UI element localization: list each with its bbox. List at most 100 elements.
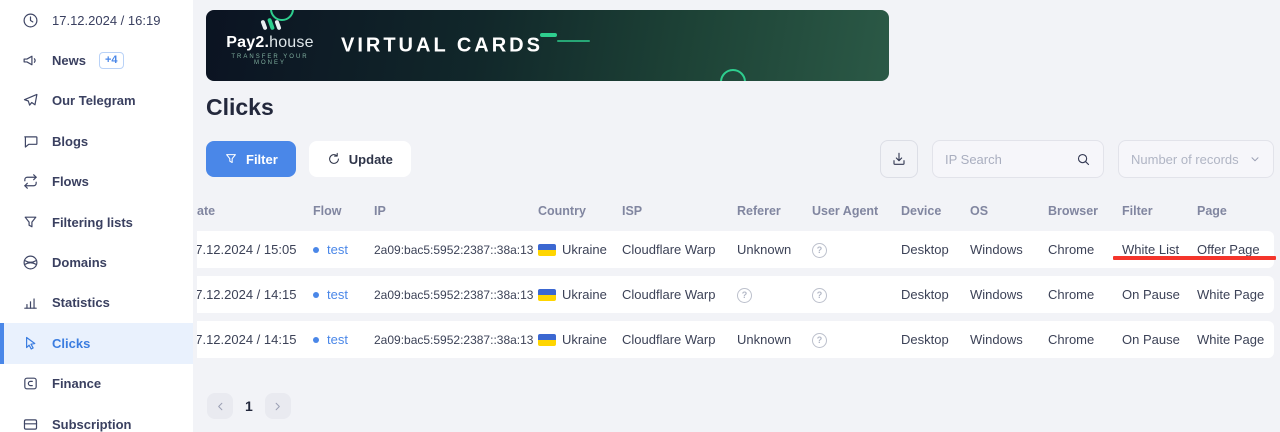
cell-browser: Chrome [1048, 242, 1122, 257]
sidebar-item-label: Flows [52, 174, 89, 189]
column-header-os: OS [970, 204, 1048, 218]
chevron-left-icon [215, 401, 226, 412]
question-mark-icon[interactable]: ? [737, 288, 752, 303]
flow-link[interactable]: test [327, 287, 348, 302]
sidebar-item-label: Subscription [52, 417, 131, 432]
cell-user-agent: ? [812, 286, 901, 303]
question-mark-icon[interactable]: ? [812, 333, 827, 348]
column-header-flow: Flow [313, 204, 374, 218]
prev-page-button[interactable] [207, 393, 233, 419]
clicks-table: Date Flow IP Country ISP Referer User Ag… [197, 203, 1274, 366]
cell-flow[interactable]: test [313, 287, 374, 302]
sidebar-item-label: Statistics [52, 295, 110, 310]
funnel-icon [224, 152, 238, 166]
cell-device: Desktop [901, 332, 970, 347]
pagination: 1 [207, 393, 1280, 419]
cell-filter: On Pause [1122, 287, 1197, 302]
country-label: Ukraine [562, 287, 607, 302]
question-mark-icon[interactable]: ? [812, 243, 827, 258]
cell-device: Desktop [901, 242, 970, 257]
column-header-date: Date [197, 204, 313, 218]
records-select-label: Number of records [1131, 152, 1239, 167]
cell-ip: 2a09:bac5:5952:2387::38a:13 [374, 333, 538, 347]
cell-browser: Chrome [1048, 332, 1122, 347]
filter-button[interactable]: Filter [206, 141, 296, 177]
sidebar-item-label: Domains [52, 255, 107, 270]
sidebar-item-domains[interactable]: Domains [0, 242, 193, 282]
sidebar: 17.12.2024 / 16:19 News +4 Our Telegram … [0, 0, 193, 432]
column-header-browser: Browser [1048, 204, 1122, 218]
cell-filter: On Pause [1122, 332, 1197, 347]
cell-date: 17.12.2024 / 14:15 [197, 287, 313, 302]
current-page-number: 1 [245, 398, 253, 414]
question-mark-icon[interactable]: ? [812, 288, 827, 303]
flow-status-dot [313, 292, 319, 298]
cell-os: Windows [970, 332, 1048, 347]
cell-country: Ukraine [538, 332, 622, 347]
sidebar-item-blogs[interactable]: Blogs [0, 121, 193, 161]
flow-status-dot [313, 337, 319, 343]
logo-leaf-icon [224, 18, 316, 32]
table-header-row: Date Flow IP Country ISP Referer User Ag… [197, 203, 1274, 219]
table-row: 17.12.2024 / 14:15 test 2a09:bac5:5952:2… [197, 276, 1274, 313]
banner-arc-decoration [720, 69, 746, 81]
column-header-ip: IP [374, 204, 538, 218]
promo-banner[interactable]: Pay2.house Transfer your money VIRTUAL C… [206, 10, 889, 81]
ukraine-flag-icon [538, 289, 556, 301]
cell-country: Ukraine [538, 242, 622, 257]
sidebar-item-label: News [52, 53, 86, 68]
records-per-page-select[interactable]: Number of records [1118, 140, 1274, 178]
banner-title: VIRTUAL CARDS [341, 34, 543, 57]
cell-isp: Cloudflare Warp [622, 242, 737, 257]
brand-light: house [269, 34, 314, 51]
sidebar-item-statistics[interactable]: Statistics [0, 283, 193, 323]
download-icon [891, 151, 907, 167]
ip-search-input[interactable] [945, 152, 1076, 167]
cell-flow[interactable]: test [313, 332, 374, 347]
cell-ip: 2a09:bac5:5952:2387::38a:13 [374, 288, 538, 302]
column-header-isp: ISP [622, 204, 737, 218]
column-header-page: Page [1197, 204, 1274, 218]
card-icon [22, 416, 39, 432]
cell-page: White Page [1197, 287, 1274, 302]
red-highlight-annotation [1113, 256, 1276, 260]
flow-link[interactable]: test [327, 332, 348, 347]
page-title: Clicks [206, 94, 1280, 121]
sidebar-item-label: Finance [52, 376, 101, 391]
sidebar-item-clicks[interactable]: Clicks [0, 323, 193, 363]
cell-referer: Unknown [737, 242, 812, 257]
ukraine-flag-icon [538, 244, 556, 256]
cell-flow[interactable]: test [313, 242, 374, 257]
sidebar-item-label: Blogs [52, 134, 88, 149]
sidebar-item-flows[interactable]: Flows [0, 162, 193, 202]
sidebar-item-filtering-lists[interactable]: Filtering lists [0, 202, 193, 242]
search-icon[interactable] [1076, 152, 1091, 167]
megaphone-icon [22, 52, 39, 69]
cursor-icon [22, 335, 39, 352]
country-label: Ukraine [562, 332, 607, 347]
cell-user-agent: ? [812, 331, 901, 348]
filter-button-label: Filter [246, 152, 278, 167]
cell-filter: White List [1122, 242, 1197, 257]
column-header-filter: Filter [1122, 204, 1197, 218]
news-count-badge: +4 [99, 52, 124, 69]
paper-plane-icon [22, 92, 39, 109]
cell-date: 17.12.2024 / 14:15 [197, 332, 313, 347]
cell-page: Offer Page [1197, 242, 1274, 257]
update-button[interactable]: Update [309, 141, 411, 177]
cell-page: White Page [1197, 332, 1274, 347]
clock-icon [22, 12, 39, 29]
table-row: 17.12.2024 / 14:15 test 2a09:bac5:5952:2… [197, 321, 1274, 358]
cell-referer: ? [737, 286, 812, 303]
globe-icon [22, 254, 39, 271]
refresh-icon [327, 152, 341, 166]
sidebar-item-subscription[interactable]: Subscription [0, 404, 193, 432]
sidebar-item-our-telegram[interactable]: Our Telegram [0, 81, 193, 121]
credit-card-icon [22, 375, 39, 392]
cell-os: Windows [970, 287, 1048, 302]
sidebar-item-news[interactable]: News +4 [0, 40, 193, 80]
next-page-button[interactable] [265, 393, 291, 419]
flow-link[interactable]: test [327, 242, 348, 257]
download-button[interactable] [880, 140, 918, 178]
sidebar-item-finance[interactable]: Finance [0, 364, 193, 404]
